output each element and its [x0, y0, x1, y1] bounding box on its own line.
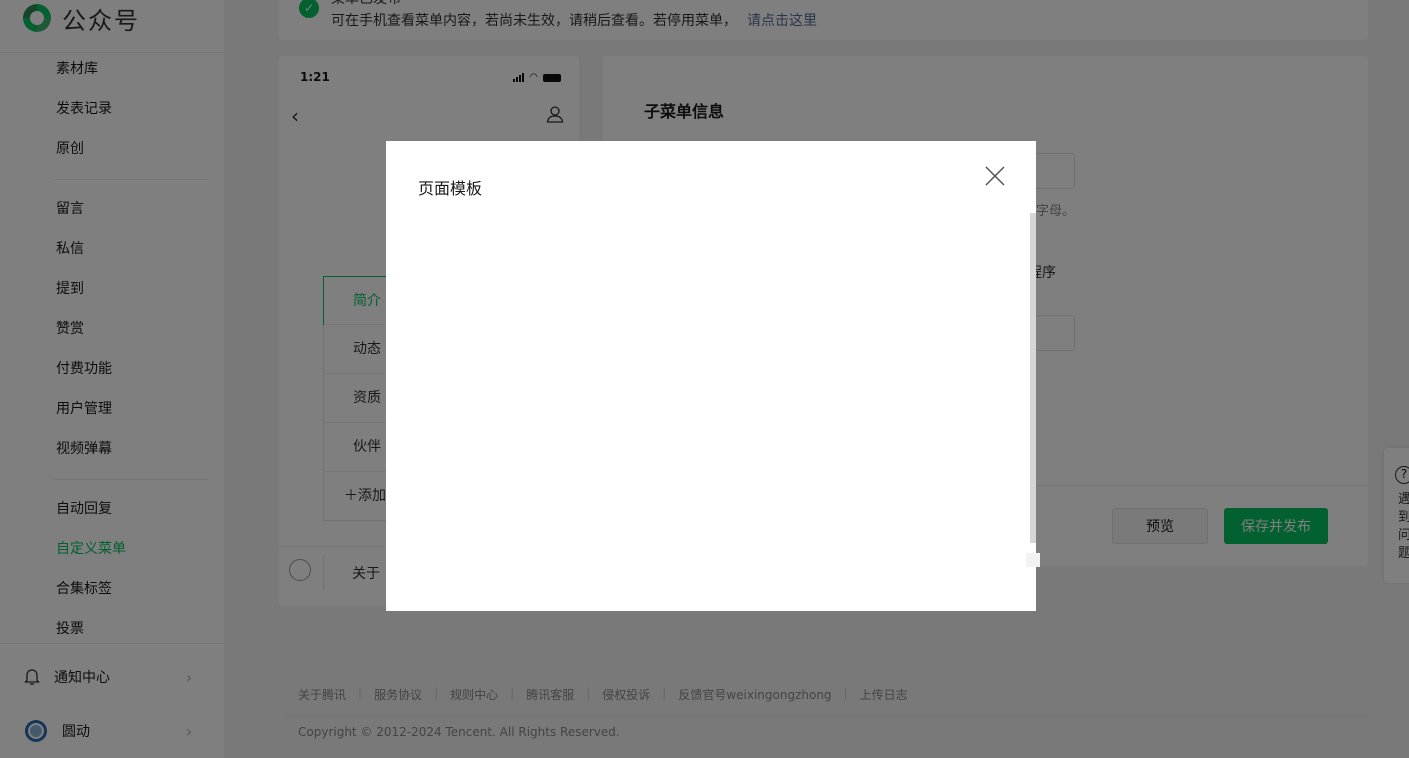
scrollbar[interactable] — [1030, 213, 1036, 543]
dialog-title: 页面模板 — [418, 179, 483, 198]
scroll-corner — [1026, 553, 1040, 567]
page-template-dialog: 页面模板 — [386, 141, 1040, 611]
close-icon[interactable] — [984, 165, 1006, 187]
